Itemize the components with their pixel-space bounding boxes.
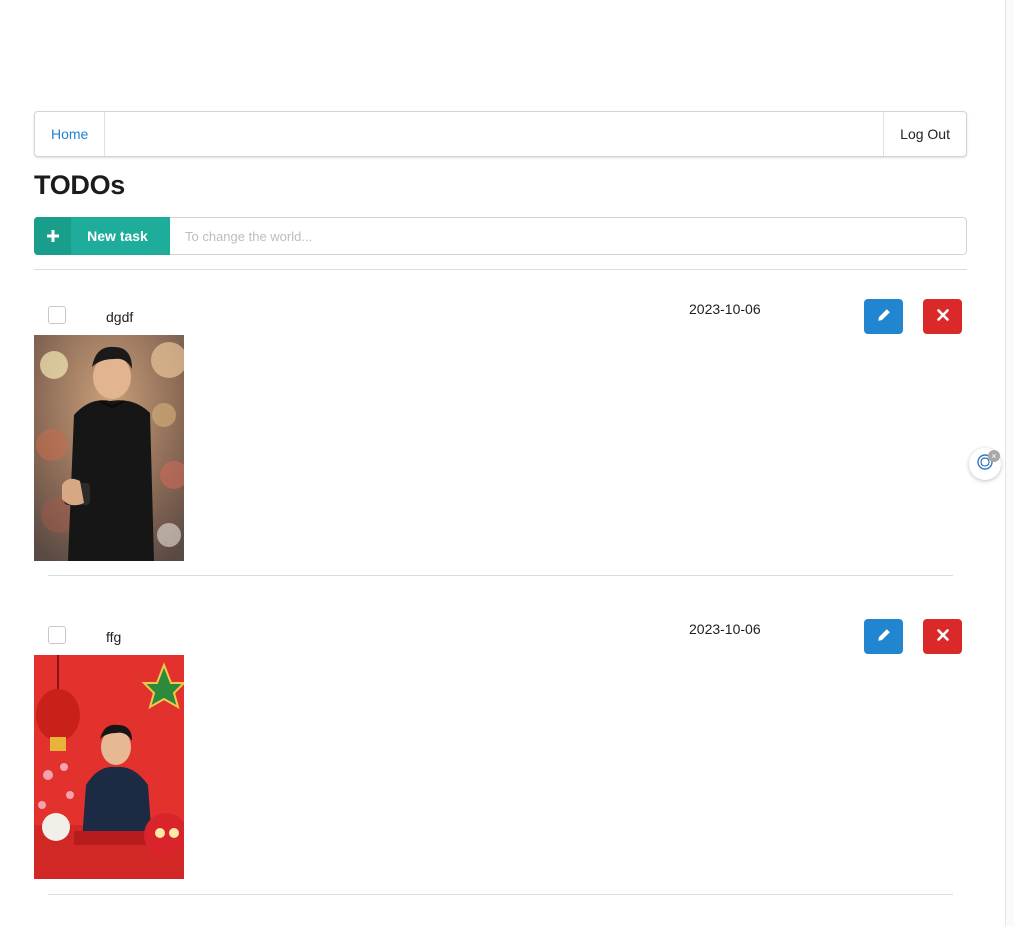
menu-spacer — [105, 112, 883, 156]
home-link[interactable]: Home — [35, 112, 106, 156]
delete-button[interactable] — [923, 619, 962, 654]
task-item: dgdf 2023-10-06 — [34, 270, 967, 576]
scrollbar[interactable] — [1005, 0, 1014, 926]
task-title: dgdf — [106, 309, 134, 325]
plus-icon — [34, 217, 71, 255]
task-divider — [48, 575, 953, 576]
task-divider — [48, 894, 953, 895]
page-title: TODOs — [34, 170, 126, 200]
logout-link[interactable]: Log Out — [883, 112, 966, 156]
close-icon — [936, 309, 949, 324]
task-checkbox[interactable] — [48, 626, 66, 644]
task-title: ffg — [106, 629, 122, 645]
new-task-form: New task — [34, 217, 967, 255]
pencil-icon — [877, 308, 891, 325]
task-photo — [34, 335, 184, 561]
task-photo — [34, 655, 184, 879]
task-item: ffg 2023-10-06 — [34, 590, 967, 896]
close-icon — [936, 629, 949, 644]
delete-button[interactable] — [923, 299, 962, 334]
edit-button[interactable] — [864, 299, 903, 334]
pencil-icon — [877, 628, 891, 645]
close-icon[interactable]: × — [988, 450, 1000, 462]
task-checkbox[interactable] — [48, 306, 66, 324]
task-date: 2023-10-06 — [689, 621, 761, 637]
new-task-label: New task — [87, 228, 148, 244]
new-task-input[interactable] — [170, 217, 967, 255]
new-task-button[interactable]: New task — [34, 217, 170, 255]
task-date: 2023-10-06 — [689, 301, 761, 317]
top-nav-menu: Home Log Out — [34, 111, 967, 157]
edit-button[interactable] — [864, 619, 903, 654]
